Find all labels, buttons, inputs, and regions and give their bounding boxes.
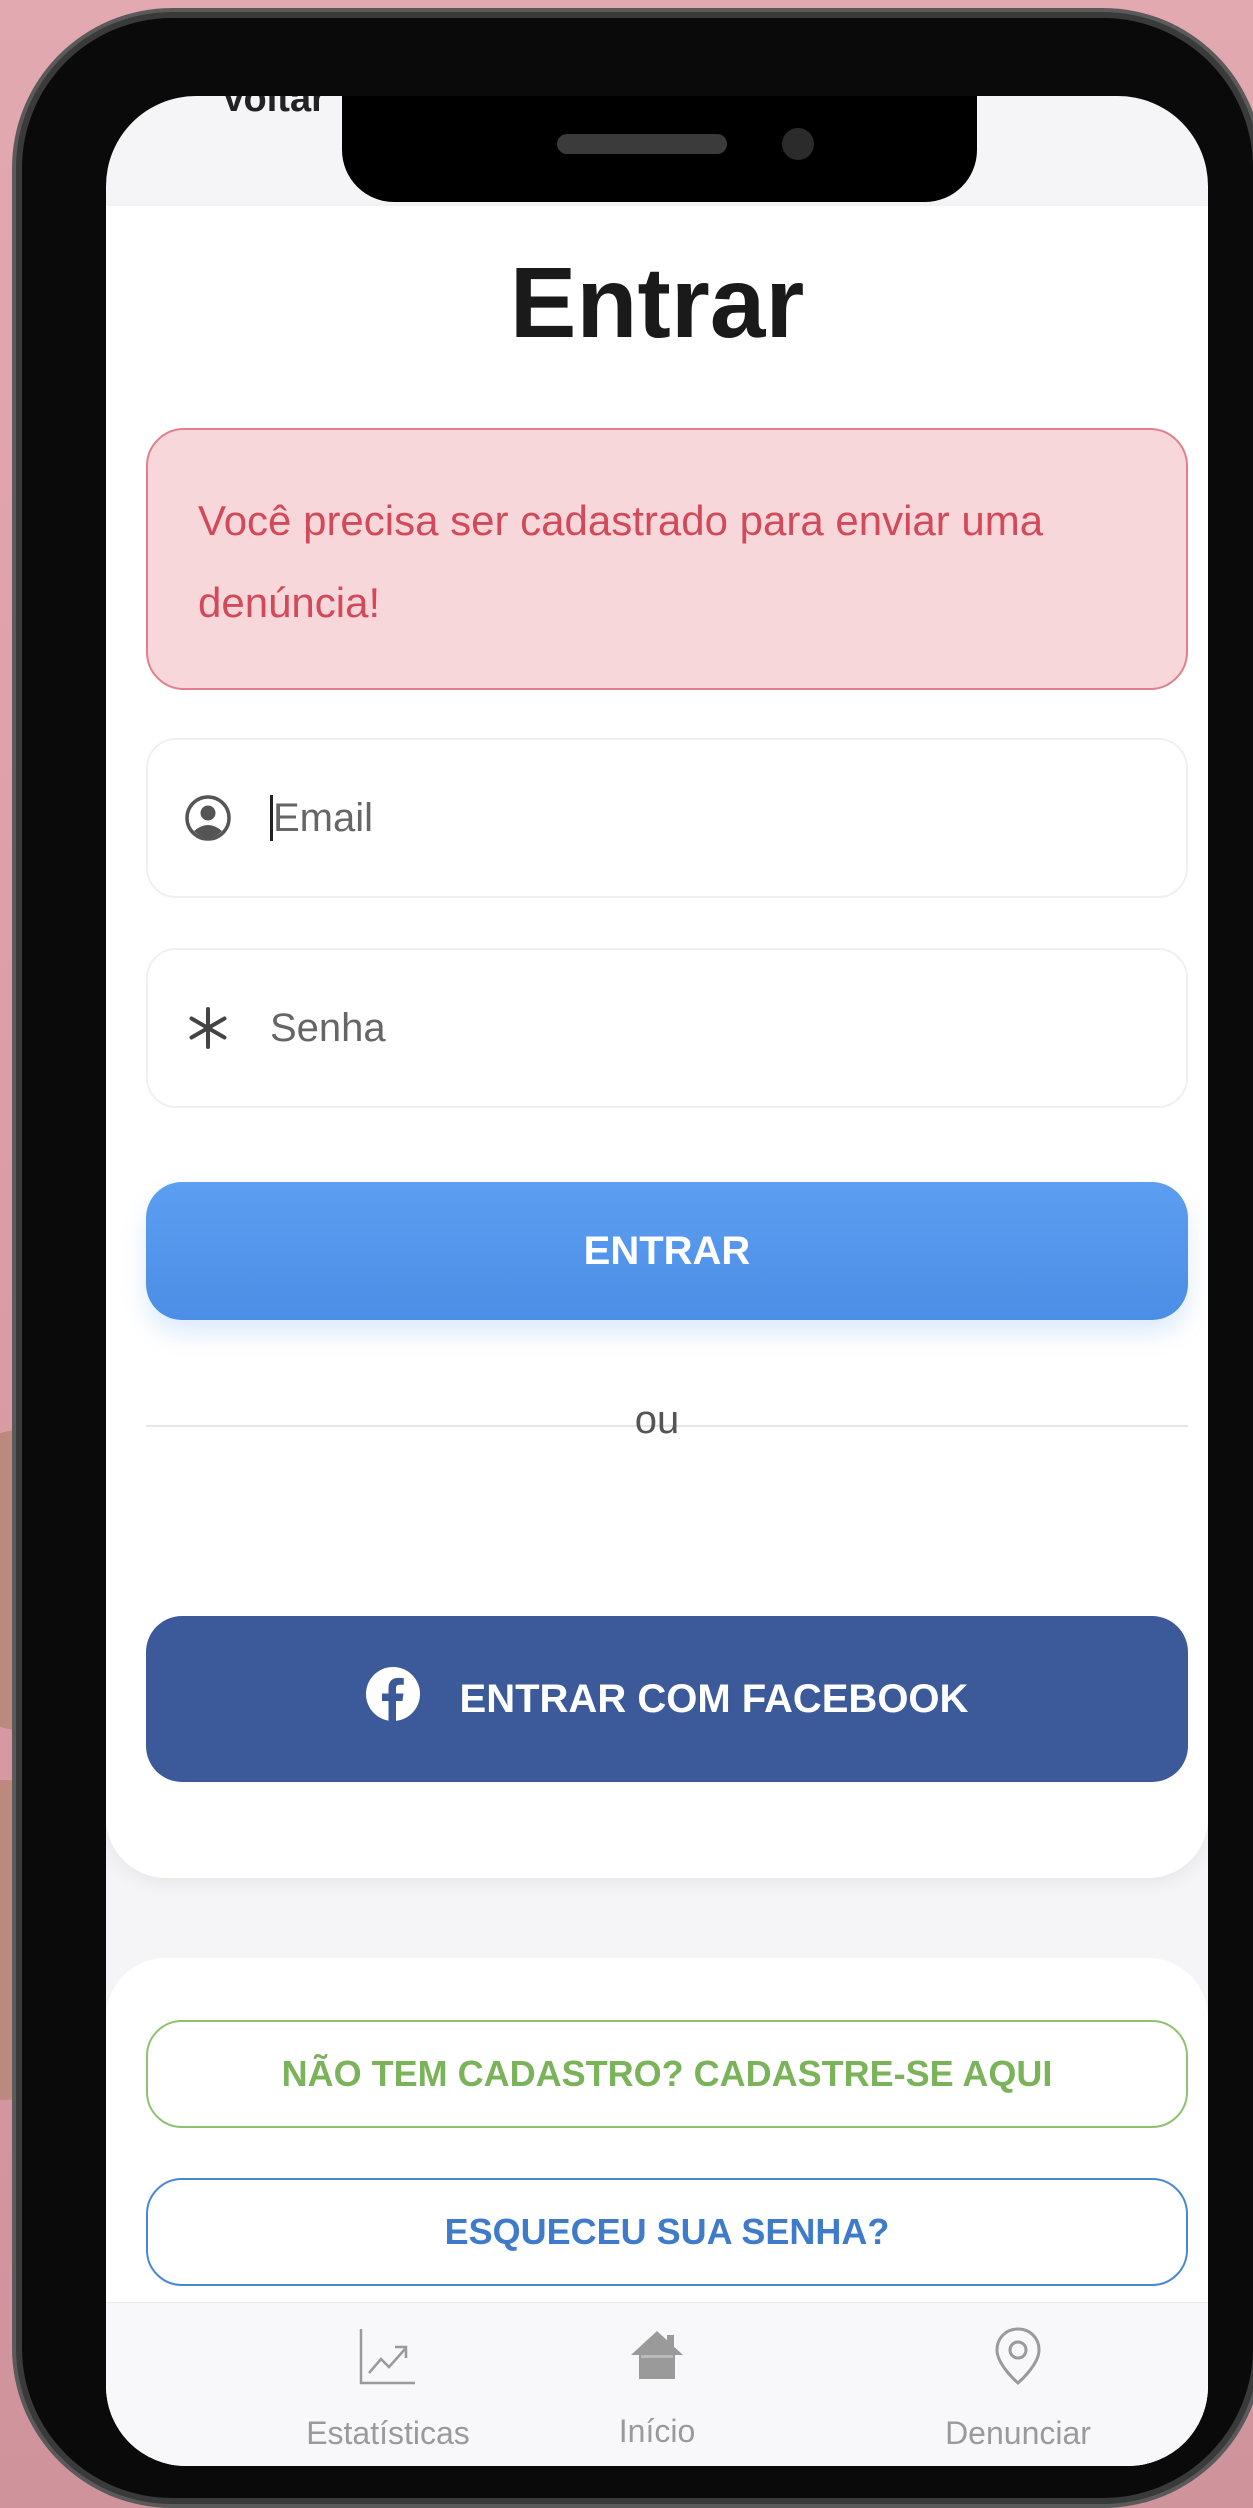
alert-message: Você precisa ser cadastrado para enviar … [146,428,1188,690]
location-pin-icon [991,2325,1045,2395]
login-button[interactable]: ENTRAR [146,1182,1188,1320]
password-input[interactable] [270,1005,1186,1051]
facebook-icon [365,1667,420,1731]
tab-estatisticas[interactable]: Estatísticas [238,2325,538,2452]
home-icon [627,2325,687,2393]
tab-label: Denunciar [945,2415,1091,2451]
phone-frame: Voltar Entrar Você precisa ser cadastrad… [22,18,1253,2498]
register-button[interactable]: NÃO TEM CADASTRO? CADASTRE-SE AQUI [146,2020,1188,2128]
forgot-password-button[interactable]: ESQUECEU SUA SENHA? [146,2178,1188,2286]
photo-background: Voltar Entrar Você precisa ser cadastrad… [0,0,1253,2508]
password-field[interactable] [146,948,1188,1108]
facebook-login-label: ENTRAR COM FACEBOOK [459,1676,969,1721]
email-input[interactable] [273,795,1186,841]
bottom-tab-bar: Estatísticas Início Denunciar [106,2302,1208,2466]
speaker-grille [557,134,727,154]
tab-denunciar[interactable]: Denunciar [868,2325,1168,2452]
chart-icon [357,2325,419,2395]
user-circle-icon [178,793,238,843]
camera-icon [782,128,814,160]
asterisk-icon [178,1005,238,1051]
email-field[interactable] [146,738,1188,898]
separator-text: ou [634,1398,680,1442]
back-link[interactable]: Voltar [221,96,326,121]
tab-label: Início [618,2413,696,2449]
page-title: Entrar [509,247,805,359]
facebook-login-button[interactable]: ENTRAR COM FACEBOOK [146,1616,1188,1782]
app-screen: Voltar Entrar Você precisa ser cadastrad… [106,96,1208,2466]
tab-inicio[interactable]: Início [507,2325,807,2450]
phone-notch [342,96,977,202]
tab-label: Estatísticas [306,2415,470,2451]
